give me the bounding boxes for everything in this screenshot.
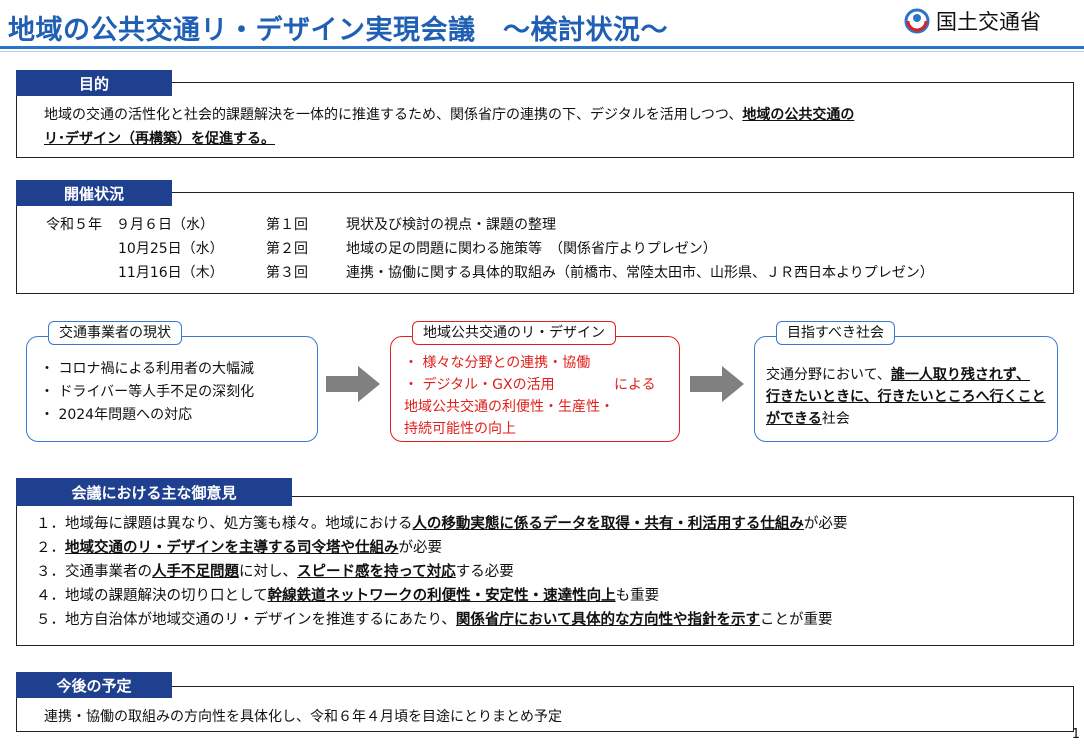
- opinion-text: も重要: [615, 588, 660, 604]
- redesign-label: 地域公共交通のリ・デザイン: [412, 321, 616, 345]
- opinion-number: ３．: [36, 564, 65, 580]
- status-tab: 開催状況: [16, 180, 172, 206]
- opinion-text: ことが重要: [760, 612, 833, 628]
- current-item-2: ・ ドライバー等人手不足の深刻化: [40, 384, 255, 400]
- brand: 国土交通省: [904, 6, 1041, 36]
- opinions-tab: 会議における主な御意見: [16, 478, 292, 506]
- goal-line-2: 行きたいときに、行きたいところへ行くこと: [766, 389, 1046, 405]
- opinions-list: １．地域毎に課題は異なり、処方箋も様々。地域における人の移動実態に係るデータを取…: [36, 512, 847, 632]
- current-item-1: ・ コロナ禍による利用者の大幅減: [40, 361, 255, 377]
- goal-line-1: 交通分野において、誰一人取り残されず、: [766, 367, 1030, 383]
- brand-name: 国土交通省: [936, 10, 1041, 34]
- meeting-2-topic: 地域の足の問題に関わる施策等 （関係省庁よりプレゼン）: [346, 241, 717, 257]
- meeting-2-date: 10月25日（水）: [118, 241, 224, 257]
- mlit-logo-icon: [904, 8, 930, 34]
- opinion-number: １．: [36, 516, 65, 532]
- meeting-1-topic: 現状及び検討の視点・課題の整理: [346, 217, 556, 233]
- opinion-emphasis: スピード感を持って対応: [297, 564, 456, 580]
- arrow-right-icon: [326, 366, 380, 402]
- meeting-2-num: 第２回: [266, 241, 308, 257]
- future-tab: 今後の予定: [16, 672, 172, 698]
- title-rule: [0, 46, 1084, 49]
- opinion-text: する必要: [455, 564, 514, 580]
- opinion-item: ３．交通事業者の人手不足問題に対し、スピード感を持って対応する必要: [36, 560, 847, 584]
- page-title: 地域の公共交通リ・デザイン実現会議 ～検討状況～: [8, 15, 668, 46]
- purpose-tab: 目的: [16, 70, 172, 96]
- opinion-number: ５．: [36, 612, 65, 628]
- opinion-item: ５．地方自治体が地域交通のリ・デザインを推進するにあたり、関係省庁において具体的…: [36, 608, 847, 632]
- redesign-line-2a: ・ デジタル・GXの活用: [404, 377, 555, 393]
- goal-label: 目指すべき社会: [776, 321, 896, 345]
- opinion-number: ４．: [36, 588, 65, 604]
- purpose-line1: 地域の交通の活性化と社会的課題解決を一体的に推進するため、関係省庁の連携の下、デ…: [44, 107, 855, 123]
- redesign-line-3: 地域公共交通の利便性・生産性・: [404, 399, 614, 415]
- meeting-1-num: 第１回: [266, 217, 308, 233]
- current-item-3: ・ 2024年問題への対応: [40, 407, 193, 423]
- redesign-line-1: ・ 様々な分野との連携・協働: [404, 355, 591, 371]
- redesign-line-2b: による: [614, 377, 656, 393]
- opinion-text: 地域の課題解決の切り口として: [65, 588, 268, 604]
- opinion-emphasis: 地域交通のリ・デザインを主導する司令塔や仕組み: [65, 540, 399, 556]
- opinion-emphasis: 関係省庁において具体的な方向性や指針を示す: [455, 612, 760, 628]
- meeting-3-topic: 連携・協働に関する具体的取組み（前橋市、常陸太田市、山形県、ＪＲ西日本よりプレゼ…: [346, 265, 934, 281]
- opinion-text: 交通事業者の: [65, 564, 152, 580]
- opinion-text: が必要: [803, 516, 848, 532]
- goal-line-3: ができる社会: [766, 411, 850, 427]
- opinion-emphasis: 幹線鉄道ネットワークの利便性・安定性・速達性向上: [267, 588, 616, 604]
- page-number: 1: [1071, 727, 1080, 742]
- opinion-emphasis: 人手不足問題: [152, 564, 239, 580]
- purpose-line2: リ･デザイン（再構築）を促進する。: [44, 131, 275, 147]
- opinion-text: に対し、: [239, 564, 297, 580]
- opinion-text: 地域毎に課題は異なり、処方箋も様々。地域における: [65, 516, 413, 532]
- opinion-item: ２．地域交通のリ・デザインを主導する司令塔や仕組みが必要: [36, 536, 847, 560]
- meeting-1-date: 令和５年 ９月６日（水）: [46, 217, 214, 233]
- opinion-item: １．地域毎に課題は異なり、処方箋も様々。地域における人の移動実態に係るデータを取…: [36, 512, 847, 536]
- redesign-line-4: 持続可能性の向上: [404, 421, 516, 437]
- opinion-number: ２．: [36, 540, 65, 556]
- future-text: 連携・協働の取組みの方向性を具体化し、令和６年４月頃を目途にとりまとめ予定: [44, 709, 562, 725]
- meeting-3-num: 第３回: [266, 265, 308, 281]
- arrow-right-icon: [690, 366, 744, 402]
- meeting-3-date: 11月16日（木）: [118, 265, 224, 281]
- title-rule-thin: [0, 51, 1084, 52]
- opinion-text: 地方自治体が地域交通のリ・デザインを推進するにあたり、: [65, 612, 456, 628]
- current-state-label: 交通事業者の現状: [48, 321, 182, 345]
- opinion-item: ４．地域の課題解決の切り口として幹線鉄道ネットワークの利便性・安定性・速達性向上…: [36, 584, 847, 608]
- opinion-text: が必要: [398, 540, 443, 556]
- opinion-emphasis: 人の移動実態に係るデータを取得・共有・利活用する仕組み: [412, 516, 804, 532]
